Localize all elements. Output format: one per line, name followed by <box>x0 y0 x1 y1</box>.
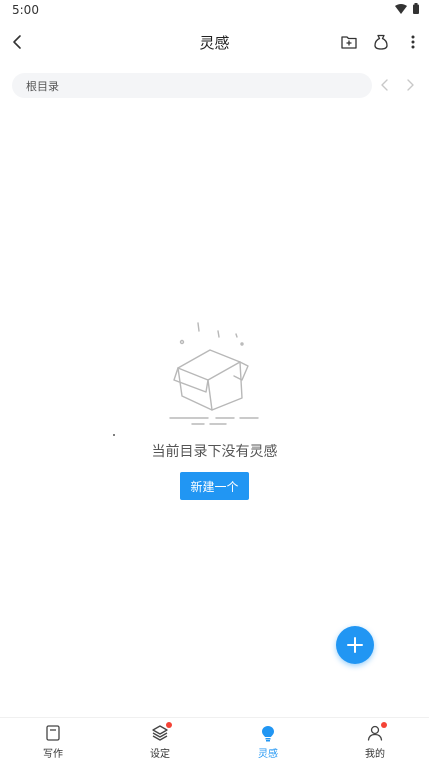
more-button[interactable] <box>399 28 427 56</box>
chevron-left-icon <box>381 79 388 91</box>
path-forward-button[interactable] <box>400 75 420 95</box>
nav-item-label: 我的 <box>365 749 385 760</box>
new-folder-button[interactable] <box>335 28 363 56</box>
app-bar: 灵感 <box>0 22 429 62</box>
create-button[interactable]: 新建一个 <box>180 472 249 500</box>
wifi-icon <box>395 3 407 14</box>
nav-item-label: 灵感 <box>258 749 278 760</box>
breadcrumb: 根目录 <box>0 70 429 100</box>
stray-dot <box>113 434 115 436</box>
status-bar: 5:00 <box>0 0 429 22</box>
more-vertical-icon <box>411 35 415 49</box>
layers-icon <box>151 722 172 742</box>
bag-button[interactable] <box>367 28 395 56</box>
nav-item-settings[interactable]: 设定 <box>130 722 190 762</box>
folder-add-icon <box>341 36 357 49</box>
path-back-button[interactable] <box>375 75 395 95</box>
status-icons <box>395 3 419 14</box>
page-title: 灵感 <box>199 34 230 52</box>
chevron-right-icon <box>407 79 414 91</box>
plus-icon <box>347 637 363 653</box>
nav-item-profile[interactable]: 我的 <box>345 722 405 762</box>
nav-item-label: 写作 <box>43 749 63 760</box>
nav-item-inspiration[interactable]: 灵感 <box>238 724 298 762</box>
badge-dot <box>381 722 387 728</box>
lightbulb-icon <box>259 724 277 742</box>
bottom-nav: 写作 设定 灵感 我的 <box>0 717 429 763</box>
person-icon <box>366 722 387 742</box>
empty-message: 当前目录下没有灵感 <box>151 444 278 460</box>
document-icon <box>44 724 62 742</box>
bag-icon <box>374 34 388 50</box>
nav-item-label: 设定 <box>150 749 170 760</box>
status-time: 5:00 <box>12 3 39 17</box>
add-fab-button[interactable] <box>336 626 374 664</box>
badge-dot <box>166 722 172 728</box>
nav-item-writing[interactable]: 写作 <box>23 724 83 762</box>
empty-box-icon <box>169 322 259 425</box>
path-pill[interactable]: 根目录 <box>12 73 372 98</box>
battery-icon <box>413 3 419 14</box>
path-label: 根目录 <box>26 80 59 93</box>
